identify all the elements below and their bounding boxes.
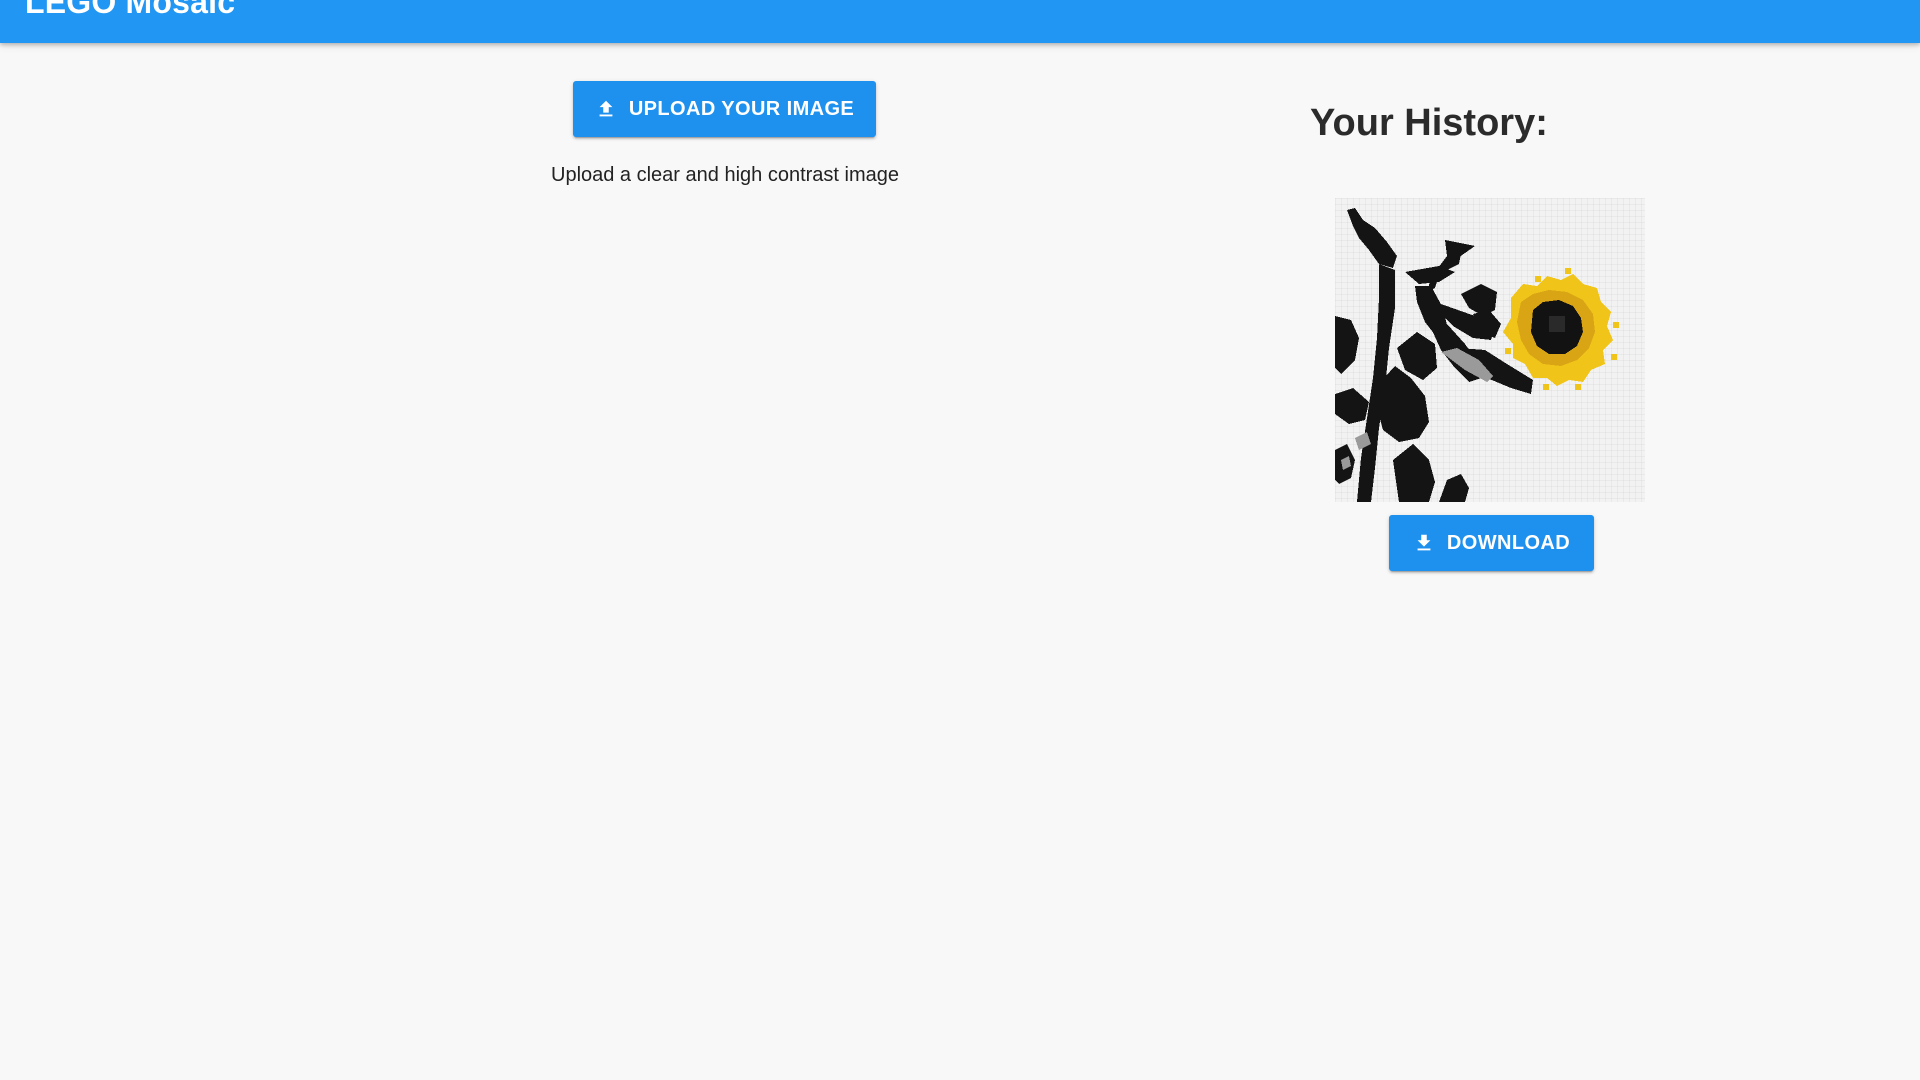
download-button[interactable]: DOWNLOAD xyxy=(1389,515,1594,571)
download-icon xyxy=(1413,532,1435,554)
upload-icon xyxy=(595,98,617,120)
upload-button-label: UPLOAD YOUR IMAGE xyxy=(628,97,855,120)
upload-hint: Upload a clear and high contrast image xyxy=(551,164,899,186)
history-title: Your History: xyxy=(1310,102,1548,144)
download-button-label: DOWNLOAD xyxy=(1446,531,1571,554)
sunflower-mosaic-image xyxy=(1335,198,1645,502)
upload-image-button[interactable]: UPLOAD YOUR IMAGE xyxy=(573,81,876,137)
app-title: LEGO Mosaic xyxy=(25,0,236,20)
app-bar: LEGO Mosaic xyxy=(0,0,1920,43)
